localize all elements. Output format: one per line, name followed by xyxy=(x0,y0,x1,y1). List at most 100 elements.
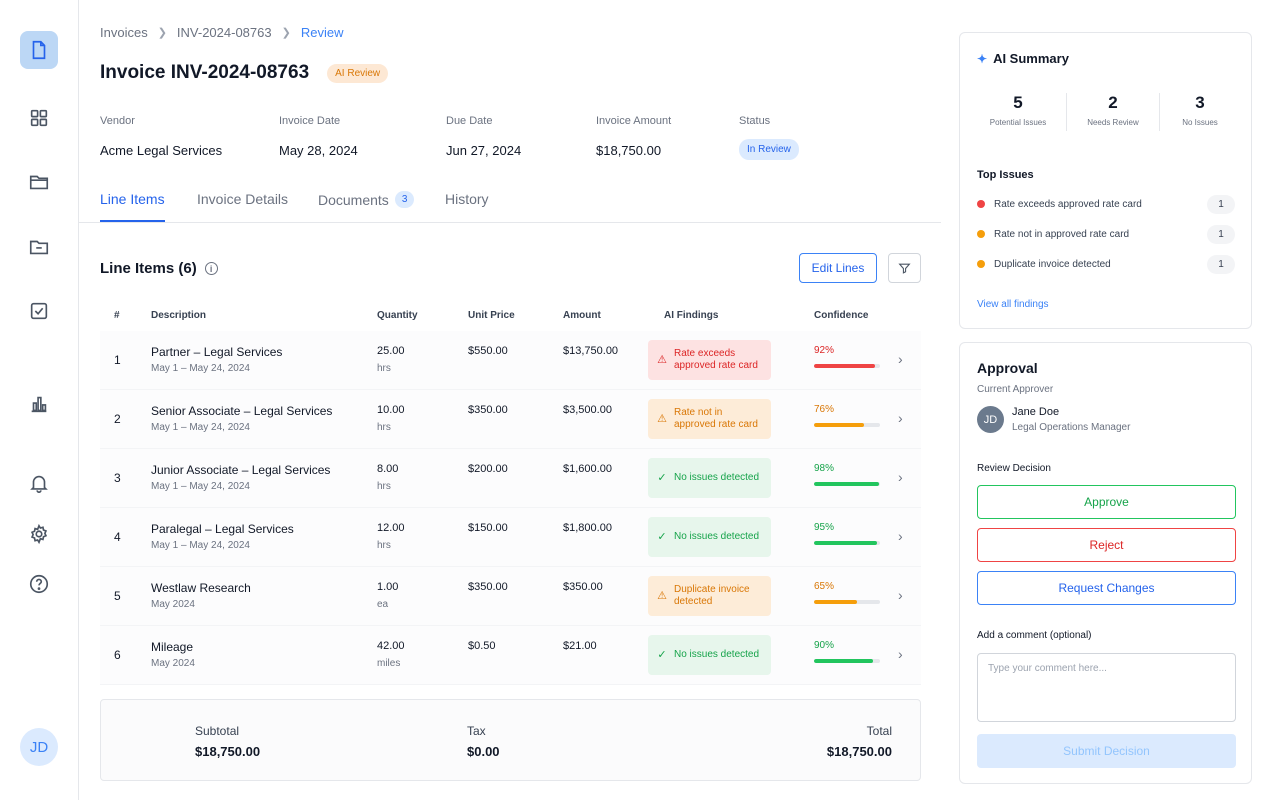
issue-item[interactable]: Rate exceeds approved rate card 1 xyxy=(977,194,1235,214)
issue-item[interactable]: Duplicate invoice detected 1 xyxy=(977,254,1235,274)
main-content: Invoices ❯ INV-2024-08763 ❯ Review Invoi… xyxy=(79,0,941,800)
check-circle-icon: ✓ xyxy=(657,531,667,543)
issue-item[interactable]: Rate not in approved rate card 1 xyxy=(977,224,1235,244)
grid-icon[interactable] xyxy=(20,99,58,137)
item-unit-price: $350.00 xyxy=(468,581,508,593)
item-amount: $1,600.00 xyxy=(563,463,612,475)
tab-invoice-details[interactable]: Invoice Details xyxy=(197,191,288,220)
item-unit-price: $0.50 xyxy=(468,640,496,652)
checkbox-icon[interactable] xyxy=(20,292,58,330)
submit-decision-button[interactable]: Submit Decision xyxy=(977,734,1236,768)
reject-button[interactable]: Reject xyxy=(977,528,1236,562)
table-row[interactable]: 5 Westlaw Research May 2024 1.00 ea $350.00 $3… xyxy=(100,567,921,626)
gear-icon[interactable] xyxy=(20,515,58,553)
confidence-bar xyxy=(814,541,880,545)
table-header: # Description Quantity Unit Price Amount… xyxy=(100,308,921,328)
edit-lines-button[interactable]: Edit Lines xyxy=(799,253,877,283)
approval-card: Approval Current Approver JD Jane Doe Le… xyxy=(959,342,1252,784)
item-period: May 1 – May 24, 2024 xyxy=(151,363,250,374)
confidence-value: 92% xyxy=(814,345,835,356)
breadcrumb-invoice-id[interactable]: INV-2024-08763 xyxy=(177,25,272,40)
info-icon[interactable]: i xyxy=(204,262,218,275)
column-header: Confidence xyxy=(814,310,869,321)
bar-chart-icon[interactable] xyxy=(20,385,58,423)
column-header: AI Findings xyxy=(664,310,719,321)
view-all-findings-link[interactable]: View all findings xyxy=(977,299,1049,310)
chevron-right-icon[interactable]: › xyxy=(898,646,903,662)
confidence-bar-fill xyxy=(814,659,874,663)
tab-label: Invoice Details xyxy=(197,191,289,207)
approver-avatar: JD xyxy=(977,406,1004,433)
due-date-label: Due Date xyxy=(446,115,493,127)
row-number: 5 xyxy=(114,589,121,603)
request-changes-button[interactable]: Request Changes xyxy=(977,571,1236,605)
tab-label: Documents xyxy=(318,191,389,208)
totals-panel: Subtotal $18,750.00 Tax $0.00 Total $18,… xyxy=(100,699,921,781)
bell-icon[interactable] xyxy=(20,464,58,502)
table-row[interactable]: 4 Paralegal – Legal Services May 1 – May 2… xyxy=(100,508,921,567)
chevron-right-icon[interactable]: › xyxy=(898,587,903,603)
chevron-right-icon[interactable]: › xyxy=(898,528,903,544)
item-amount: $3,500.00 xyxy=(563,404,612,416)
tax-value: $0.00 xyxy=(467,744,500,759)
item-unit-price: $550.00 xyxy=(468,345,508,357)
finding-text: Duplicate invoice detected xyxy=(674,584,750,607)
status-field: Status In Review xyxy=(739,115,799,160)
help-icon[interactable] xyxy=(20,565,58,603)
table-row[interactable]: 6 Mileage May 2024 42.00 miles $0.50 $21.00 ✓ No… xyxy=(100,626,921,685)
invoice-amount-label: Invoice Amount xyxy=(596,115,672,127)
item-period: May 1 – May 24, 2024 xyxy=(151,540,250,551)
check-circle-icon: ✓ xyxy=(657,649,667,661)
item-description: Partner – Legal Services xyxy=(151,345,283,359)
summary-stats: 5 Potential Issues 2 Needs Review 3 No I… xyxy=(977,93,1237,131)
subtotal-value: $18,750.00 xyxy=(195,744,261,759)
invoice-date-field: Invoice Date May 28, 2024 xyxy=(279,115,358,158)
item-quantity: 12.00 xyxy=(377,522,405,534)
confidence-bar-fill xyxy=(814,482,879,486)
total-label: Total xyxy=(866,724,892,738)
item-quantity: 25.00 xyxy=(377,345,405,357)
chevron-right-icon: ❯ xyxy=(157,27,167,39)
tab-documents[interactable]: Documents 3 xyxy=(318,191,415,221)
tab-line-items[interactable]: Line Items xyxy=(100,191,165,222)
divider xyxy=(1066,93,1067,131)
ai-finding-badge: ⚠ Duplicate invoice detected xyxy=(648,576,771,616)
column-header: Unit Price xyxy=(468,310,515,321)
stat-needs-review: 2 Needs Review xyxy=(1068,93,1158,127)
table-row[interactable]: 2 Senior Associate – Legal Services May 1 … xyxy=(100,390,921,449)
status-label: Status xyxy=(739,115,771,127)
approve-button[interactable]: Approve xyxy=(977,485,1236,519)
warning-icon: ⚠ xyxy=(657,413,667,425)
line-items-heading: Line Items (6) i xyxy=(100,260,218,277)
comment-input[interactable] xyxy=(977,653,1236,722)
subtotal-label: Subtotal xyxy=(195,724,240,738)
document-icon[interactable] xyxy=(20,31,58,69)
status-badge: In Review xyxy=(739,139,799,160)
user-avatar[interactable]: JD xyxy=(20,728,58,766)
item-unit: ea xyxy=(377,599,389,610)
breadcrumb-invoices[interactable]: Invoices xyxy=(100,25,148,40)
ai-review-badge: AI Review xyxy=(327,63,389,83)
stat-no-issues: 3 No Issues xyxy=(1155,93,1245,127)
breadcrumb-review: Review xyxy=(300,25,344,40)
ai-finding-badge: ✓ No issues detected xyxy=(648,458,771,498)
stat-value: 2 xyxy=(1108,93,1118,112)
total-value: $18,750.00 xyxy=(826,744,892,759)
sidebar: JD xyxy=(0,0,79,800)
confidence-bar xyxy=(814,600,880,604)
filter-button[interactable] xyxy=(888,253,921,283)
folder-open-icon[interactable] xyxy=(20,228,58,266)
table-row[interactable]: 3 Junior Associate – Legal Services May 1 … xyxy=(100,449,921,508)
stat-value: 5 xyxy=(1013,93,1023,112)
chevron-right-icon[interactable]: › xyxy=(898,351,903,367)
item-period: May 1 – May 24, 2024 xyxy=(151,422,250,433)
table-row[interactable]: 1 Partner – Legal Services May 1 – May 24,… xyxy=(100,331,921,390)
chevron-right-icon[interactable]: › xyxy=(898,469,903,485)
column-header: # xyxy=(114,310,120,321)
confidence-value: 95% xyxy=(814,522,835,533)
tab-history[interactable]: History xyxy=(445,191,489,220)
item-description: Paralegal – Legal Services xyxy=(151,522,294,536)
flag-icon: ⚠ xyxy=(657,354,667,366)
folder-icon[interactable] xyxy=(20,163,58,201)
chevron-right-icon[interactable]: › xyxy=(898,410,903,426)
